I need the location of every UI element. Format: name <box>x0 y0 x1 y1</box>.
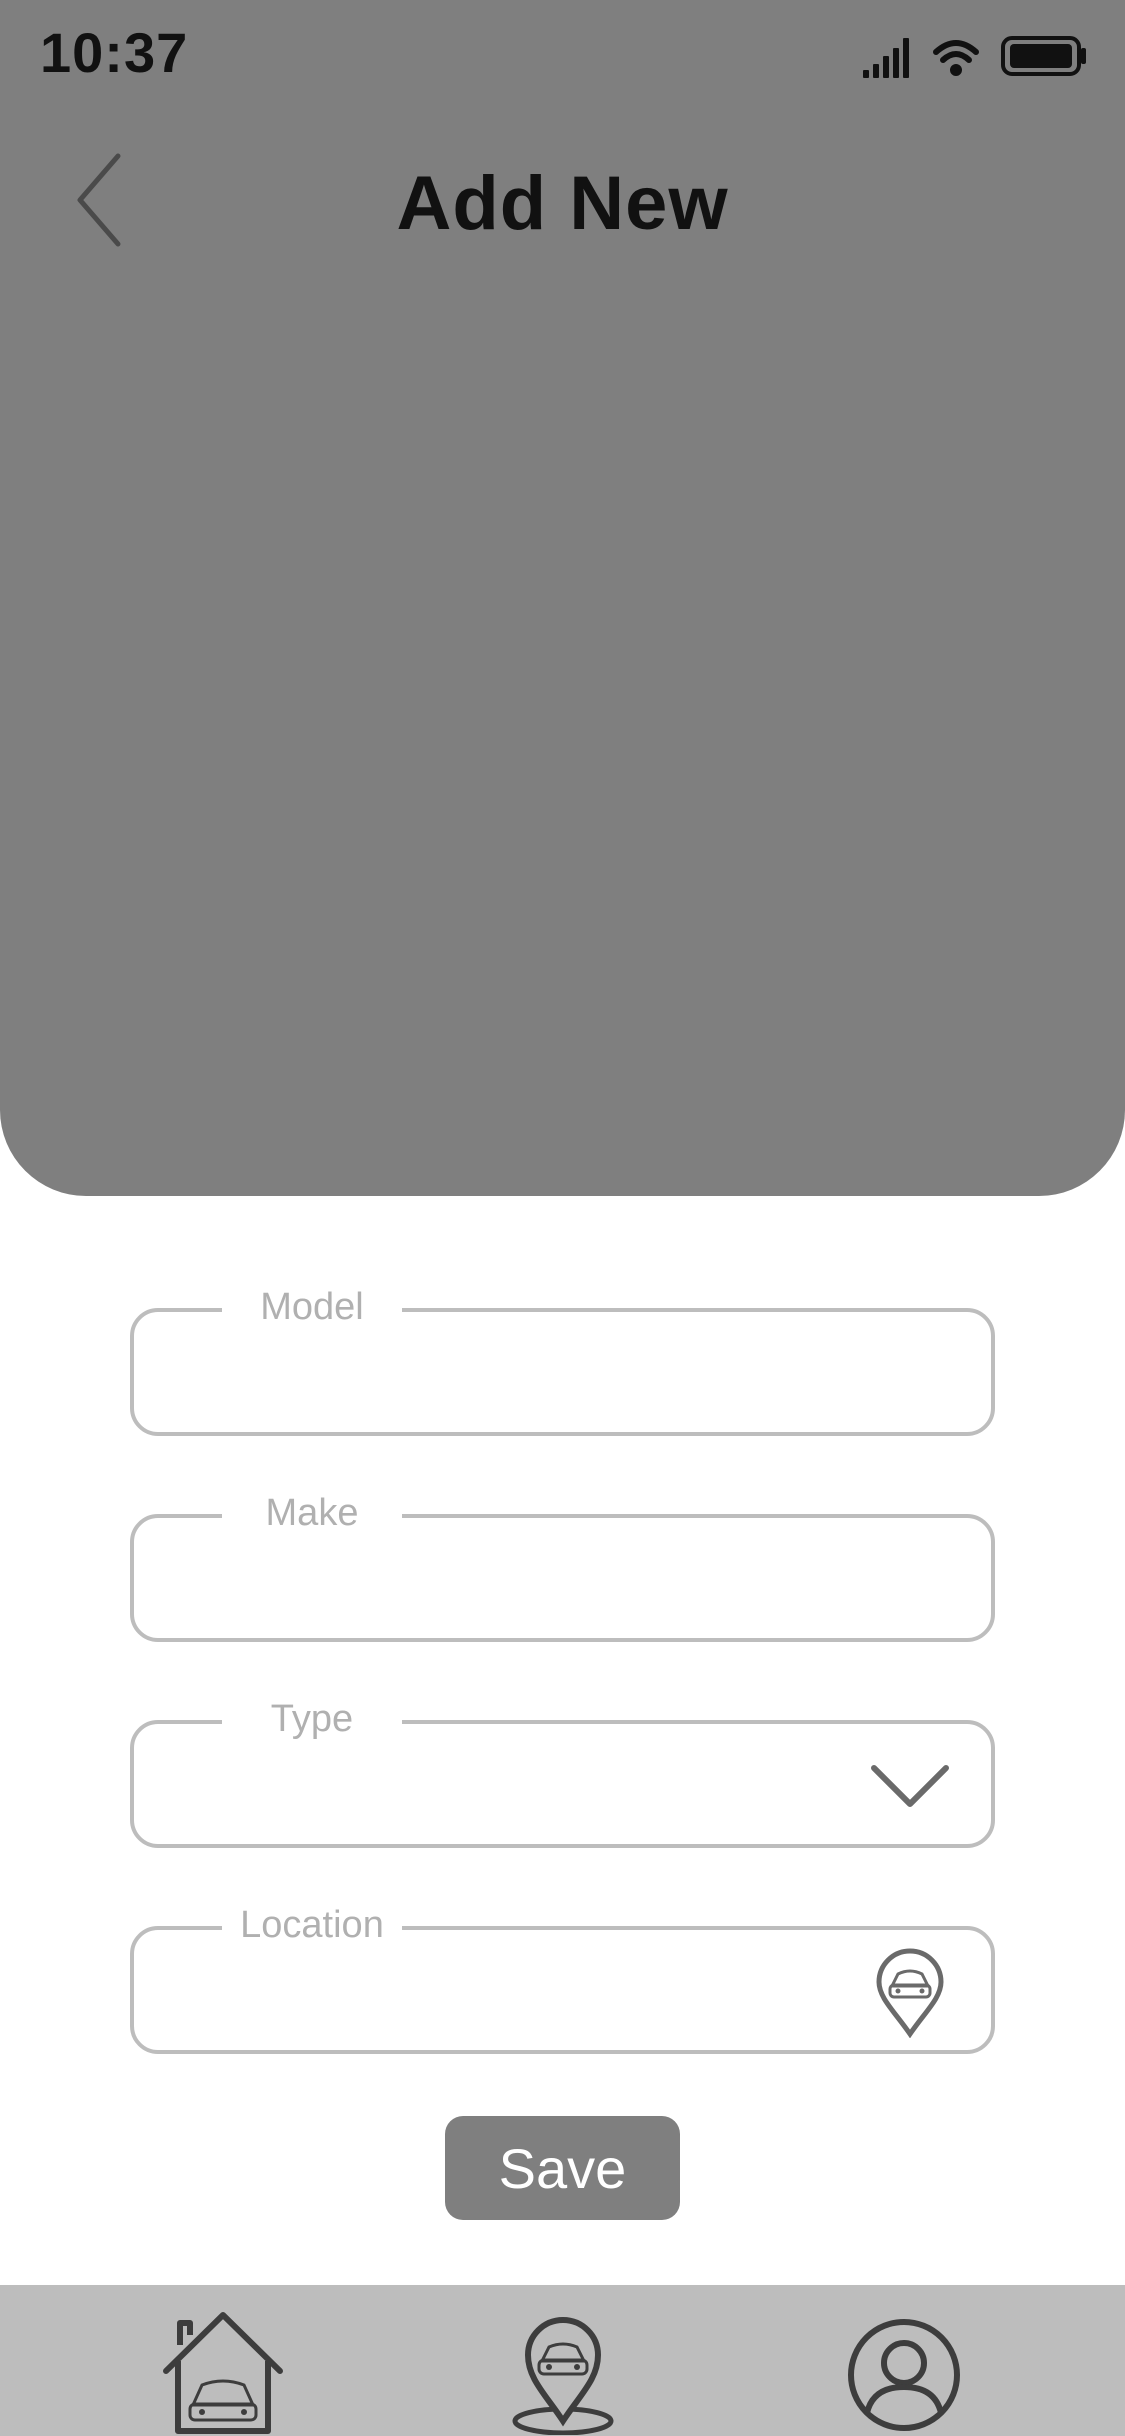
location-field[interactable]: Location <box>130 1900 995 2054</box>
battery-icon <box>1001 36 1086 76</box>
nav-profile[interactable] <box>839 2305 969 2435</box>
make-field[interactable]: Make <box>130 1488 995 1642</box>
location-field-label: Location <box>222 1900 402 1950</box>
garage-home-icon <box>163 2312 283 2434</box>
status-icons <box>863 36 1086 78</box>
type-dropdown-toggle[interactable] <box>865 1742 955 1832</box>
type-select[interactable]: Type <box>130 1694 995 1848</box>
wifi-icon <box>933 40 979 76</box>
bottom-nav <box>0 2285 1125 2436</box>
status-time: 10:37 <box>40 21 189 84</box>
model-field-label: Model <box>222 1282 402 1332</box>
type-select-label: Type <box>222 1694 402 1744</box>
signal-icon <box>863 38 909 78</box>
user-profile-icon <box>848 2319 960 2431</box>
chevron-down-icon <box>871 1765 949 1807</box>
save-button[interactable]: Save <box>445 2116 680 2220</box>
nav-map[interactable] <box>498 2305 628 2435</box>
location-picker-button[interactable] <box>865 1948 955 2038</box>
nav-home[interactable] <box>158 2305 288 2435</box>
make-field-label: Make <box>222 1488 402 1538</box>
model-field[interactable]: Model <box>130 1282 995 1436</box>
car-location-icon <box>512 2317 614 2435</box>
page-title: Add New <box>396 161 729 246</box>
car-location-pin-icon <box>876 1948 944 2038</box>
